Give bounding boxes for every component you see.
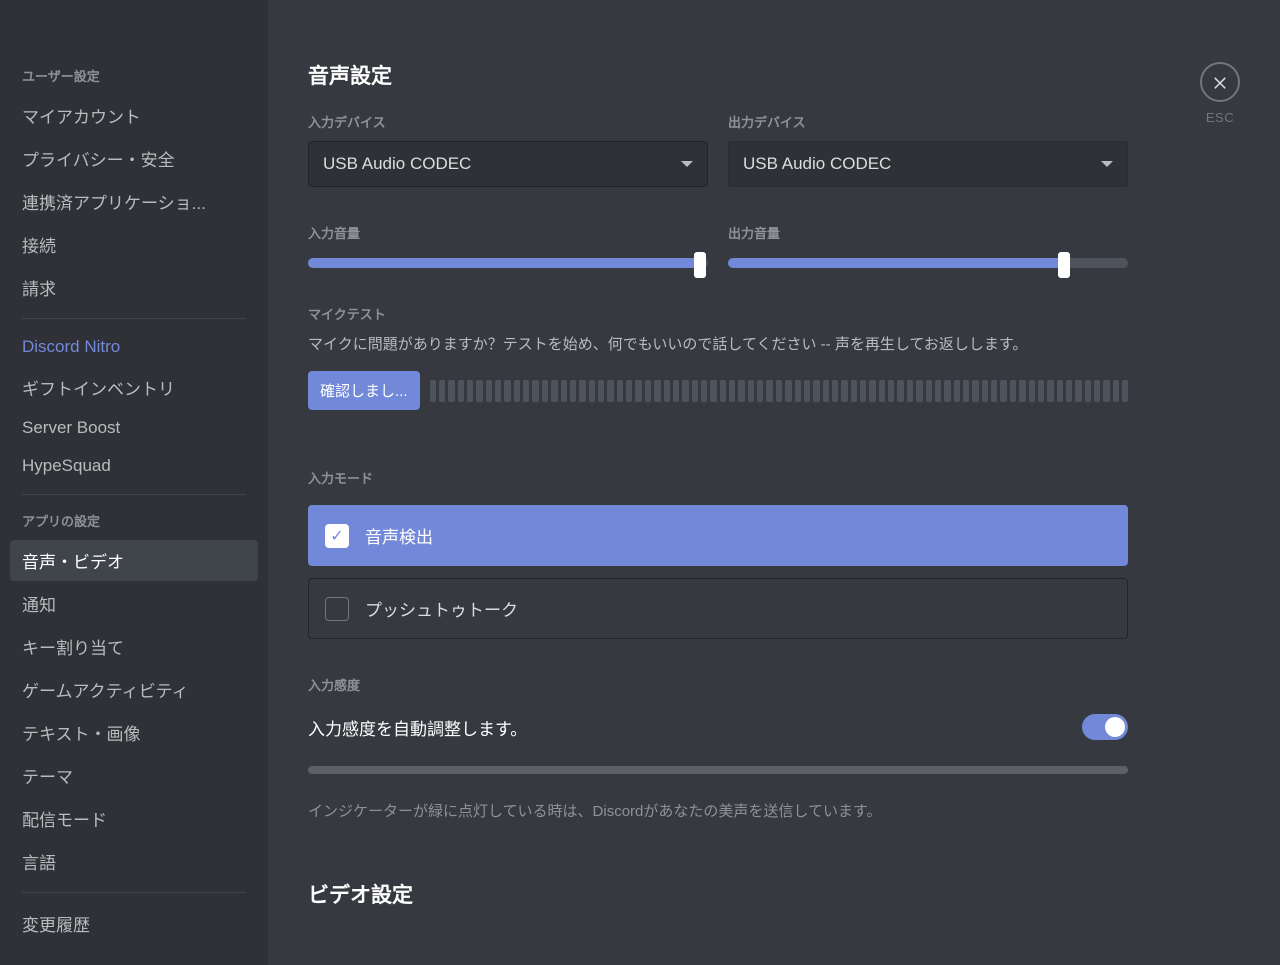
sidebar-divider	[22, 318, 246, 319]
sidebar-item-changelog[interactable]: 変更履歴	[10, 903, 258, 944]
video-settings-title: ビデオ設定	[308, 879, 1128, 909]
input-device-label: 入力デバイス	[308, 112, 708, 131]
input-device-value: USB Audio CODEC	[323, 154, 471, 174]
auto-sensitivity-label: 入力感度を自動調整します。	[308, 715, 527, 740]
sensitivity-indicator	[308, 766, 1128, 774]
toggle-knob	[1105, 717, 1125, 737]
input-mode-label: 入力モード	[308, 468, 1128, 487]
sidebar-divider	[22, 892, 246, 893]
sidebar-item-appearance[interactable]: テーマ	[10, 755, 258, 796]
sidebar-item-streamer-mode[interactable]: 配信モード	[10, 798, 258, 839]
sidebar-item-game-activity[interactable]: ゲームアクティビティ	[10, 669, 258, 710]
close-esc-label: ESC	[1200, 110, 1240, 125]
input-sensitivity-label: 入力感度	[308, 675, 1128, 694]
option-label: 音声検出	[365, 523, 433, 548]
sidebar-item-voice-video[interactable]: 音声・ビデオ	[10, 540, 258, 581]
input-volume-label: 入力音量	[308, 223, 708, 242]
sidebar-item-notifications[interactable]: 通知	[10, 583, 258, 624]
sidebar-group-header: ユーザー設定	[10, 60, 258, 91]
sidebar-item-gift-inventory[interactable]: ギフトインベントリ	[10, 367, 258, 408]
slider-thumb[interactable]	[1058, 252, 1070, 278]
sidebar-item-language[interactable]: 言語	[10, 841, 258, 882]
close-icon	[1211, 73, 1229, 91]
mic-test-description: マイクに問題がありますか？テストを始め、何でもいいので話してください -- 声を…	[308, 333, 1128, 357]
main-panel: ESC 音声設定 入力デバイス USB Audio CODEC 出力デバイス U…	[268, 0, 1280, 965]
sidebar-item-nitro[interactable]: Discord Nitro	[10, 329, 258, 365]
slider-thumb[interactable]	[694, 252, 706, 278]
sidebar-item-connections[interactable]: 接続	[10, 224, 258, 265]
output-volume-slider[interactable]	[728, 258, 1128, 268]
auto-sensitivity-toggle[interactable]	[1082, 714, 1128, 740]
mic-test-label: マイクテスト	[308, 304, 1128, 323]
sidebar-divider	[22, 494, 246, 495]
option-label: プッシュトゥトーク	[365, 596, 518, 621]
voice-settings-title: 音声設定	[308, 60, 1128, 90]
input-mode-push-to-talk[interactable]: プッシュトゥトーク	[308, 578, 1128, 639]
output-device-label: 出力デバイス	[728, 112, 1128, 131]
sidebar-item-billing[interactable]: 請求	[10, 267, 258, 308]
sidebar-item-privacy[interactable]: プライバシー・安全	[10, 138, 258, 179]
chevron-down-icon	[1101, 161, 1113, 167]
sidebar-group-header: アプリの設定	[10, 505, 258, 536]
slider-fill	[728, 258, 1064, 268]
sidebar-item-authorized-apps[interactable]: 連携済アプリケーショ...	[10, 181, 258, 222]
input-volume-slider[interactable]	[308, 258, 708, 268]
indicator-description: インジケーターが緑に点灯している時は、Discordがあなたの美声を送信していま…	[308, 800, 1128, 821]
sidebar-item-keybinds[interactable]: キー割り当て	[10, 626, 258, 667]
output-device-select[interactable]: USB Audio CODEC	[728, 141, 1128, 187]
mic-level-meter	[430, 380, 1128, 402]
sidebar-item-server-boost[interactable]: Server Boost	[10, 410, 258, 446]
sidebar-item-hypesquad[interactable]: HypeSquad	[10, 448, 258, 484]
sidebar-item-my-account[interactable]: マイアカウント	[10, 95, 258, 136]
output-device-value: USB Audio CODEC	[743, 154, 891, 174]
checkbox-checked-icon: ✓	[325, 524, 349, 548]
checkbox-unchecked-icon	[325, 597, 349, 621]
input-mode-voice-activity[interactable]: ✓ 音声検出	[308, 505, 1128, 566]
close-wrap: ESC	[1200, 62, 1240, 125]
slider-fill	[308, 258, 700, 268]
input-device-select[interactable]: USB Audio CODEC	[308, 141, 708, 187]
mic-test-button[interactable]: 確認しまし...	[308, 371, 420, 410]
chevron-down-icon	[681, 161, 693, 167]
sidebar-item-text-images[interactable]: テキスト・画像	[10, 712, 258, 753]
output-volume-label: 出力音量	[728, 223, 1128, 242]
settings-sidebar: ユーザー設定 マイアカウント プライバシー・安全 連携済アプリケーショ... 接…	[0, 0, 268, 965]
close-button[interactable]	[1200, 62, 1240, 102]
